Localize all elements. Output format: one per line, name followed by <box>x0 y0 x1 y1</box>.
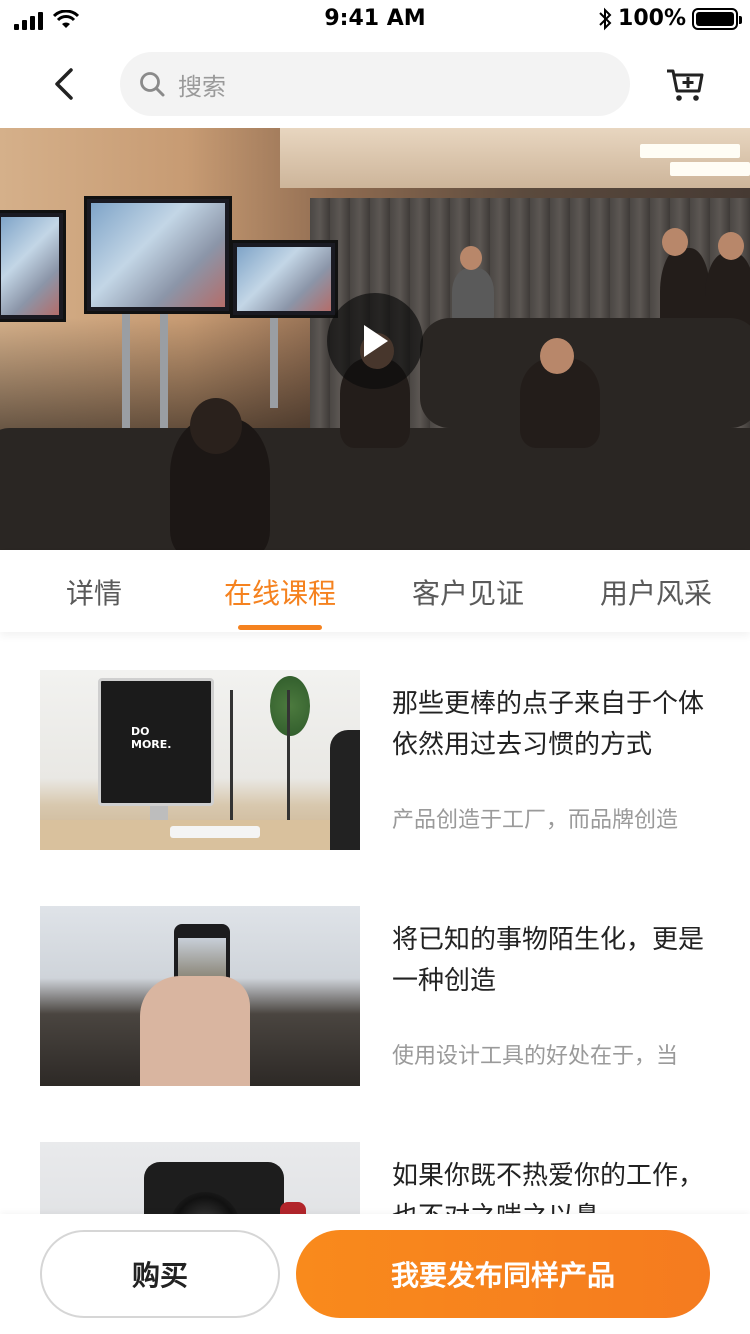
chair <box>330 730 360 850</box>
status-bar: 9:41 AM 100% <box>0 0 750 40</box>
tv-screen <box>230 240 338 318</box>
tab-bar: 详情 在线课程 客户见证 用户风采 <box>0 550 750 632</box>
battery-icon <box>692 7 742 30</box>
person-head <box>718 232 744 260</box>
course-thumbnail: DO MORE. <box>40 670 360 850</box>
search-placeholder: 搜索 <box>178 72 226 101</box>
status-right: 100% <box>598 6 742 31</box>
chevron-left-icon <box>55 68 73 100</box>
cart-button[interactable] <box>660 60 710 110</box>
list-item[interactable]: 如果你既不热爱你的工作，也不对之嗤之以鼻 <box>40 1142 710 1214</box>
tv-stand <box>122 314 130 444</box>
shelf <box>230 690 290 820</box>
person-head <box>662 228 688 256</box>
person-head <box>190 398 242 454</box>
nav-bar: 搜索 <box>0 40 750 128</box>
camera <box>144 1162 284 1214</box>
person-head <box>540 338 574 374</box>
ceiling-light <box>670 162 750 176</box>
publish-same-product-button[interactable]: 我要发布同样产品 <box>296 1230 710 1318</box>
cart-add-icon <box>667 69 704 101</box>
tv-stand <box>160 314 168 444</box>
keyboard <box>170 826 260 838</box>
list-item[interactable]: 将已知的事物陌生化，更是一种创造 使用设计工具的好处在于，当 <box>40 906 710 1086</box>
bluetooth-icon <box>599 7 612 30</box>
tab-online-courses[interactable]: 在线课程 <box>224 572 336 612</box>
play-button[interactable] <box>327 293 423 389</box>
course-desc: 产品创造于工厂，而品牌创造 <box>392 808 679 833</box>
ceiling-light <box>640 144 740 158</box>
buy-button[interactable]: 购买 <box>40 1230 280 1318</box>
back-button[interactable] <box>40 60 88 108</box>
course-desc: 使用设计工具的好处在于，当 <box>392 1044 679 1069</box>
tab-details[interactable]: 详情 <box>66 572 122 612</box>
list-item[interactable]: DO MORE. 那些更棒的点子来自于个体依然用过去习惯的方式 产品创造于工厂，而… <box>40 670 710 850</box>
video-hero[interactable] <box>0 128 750 550</box>
bottom-action-bar: 购买 我要发布同样产品 <box>0 1214 750 1334</box>
hand <box>140 976 250 1086</box>
course-thumbnail <box>40 906 360 1086</box>
battery-percent: 100% <box>618 6 686 31</box>
tab-user-showcase[interactable]: 用户风采 <box>600 572 712 612</box>
tv-screen <box>0 210 66 322</box>
play-icon <box>364 325 388 357</box>
course-list: DO MORE. 那些更棒的点子来自于个体依然用过去习惯的方式 产品创造于工厂，而… <box>0 632 750 1214</box>
tab-testimonials[interactable]: 客户见证 <box>412 572 524 612</box>
camera-strap <box>280 1202 306 1214</box>
monitor-text: DO MORE. <box>131 725 172 751</box>
search-input[interactable]: 搜索 <box>120 52 630 116</box>
tv-screen <box>84 196 232 314</box>
course-title: 将已知的事物陌生化，更是一种创造 <box>392 925 705 996</box>
search-icon <box>140 72 165 97</box>
monitor: DO MORE. <box>98 678 214 806</box>
ceiling <box>280 128 750 188</box>
course-title: 那些更棒的点子来自于个体依然用过去习惯的方式 <box>392 689 705 760</box>
tab-active-indicator <box>238 625 322 630</box>
tv-stand <box>270 318 278 408</box>
course-thumbnail <box>40 1142 360 1214</box>
person-head <box>460 246 482 270</box>
course-title: 如果你既不热爱你的工作，也不对之嗤之以鼻 <box>392 1161 705 1214</box>
